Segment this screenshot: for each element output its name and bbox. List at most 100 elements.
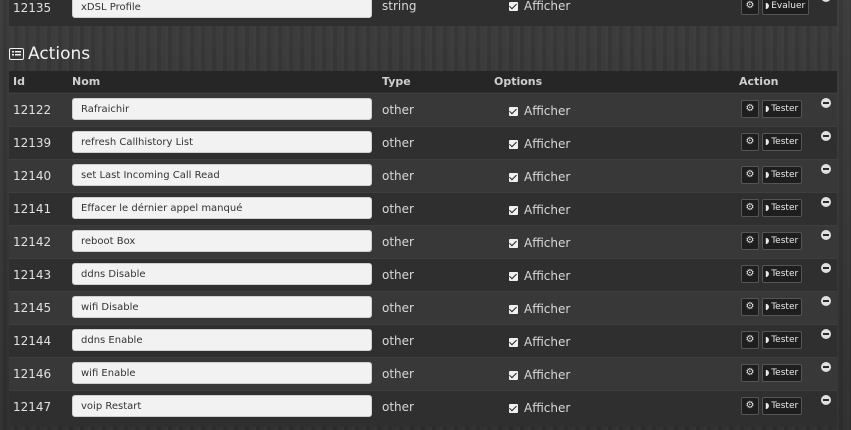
checkbox-icon[interactable] — [509, 173, 518, 182]
checkbox-icon[interactable] — [509, 206, 518, 215]
rss-icon: ◗ — [765, 104, 770, 113]
test-label: Tester — [771, 236, 799, 246]
test-label: Tester — [771, 203, 799, 213]
info-option[interactable]: Afficher — [509, 0, 570, 13]
remove-icon[interactable] — [821, 0, 831, 2]
test-button[interactable]: ◗ Tester — [762, 199, 803, 217]
table-row: 12143 ddns Disable other Afficher ⚙ ◗ Tester — [9, 258, 837, 292]
option-afficher[interactable]: Afficher — [509, 401, 570, 415]
gears-icon: ⚙ — [745, 400, 755, 411]
option-afficher[interactable]: Afficher — [509, 335, 570, 349]
option-afficher[interactable]: Afficher — [509, 170, 570, 184]
test-button[interactable]: ◗ Tester — [762, 166, 803, 184]
configure-button[interactable]: ⚙ — [741, 397, 759, 415]
checkbox-icon[interactable] — [509, 272, 518, 281]
option-label: Afficher — [524, 335, 571, 349]
remove-icon[interactable] — [821, 230, 831, 240]
rss-icon: ◗ — [765, 170, 770, 179]
rss-icon: ◗ — [765, 236, 770, 245]
action-name-input[interactable]: Effacer le dérnier appel manqué — [72, 197, 372, 219]
rss-icon: ◗ — [765, 269, 770, 278]
option-afficher[interactable]: Afficher — [509, 203, 570, 217]
checkbox-icon[interactable] — [509, 404, 518, 413]
table-row: 12139 refresh Callhistory List other Affich… — [9, 126, 837, 160]
evaluate-button[interactable]: ◗ Evaluer — [762, 0, 810, 15]
action-name-input[interactable]: ddns Enable — [72, 329, 372, 351]
info-type: string — [382, 0, 417, 13]
configure-button[interactable]: ⚙ — [741, 166, 759, 184]
test-button[interactable]: ◗ Tester — [762, 265, 803, 283]
test-label: Tester — [771, 368, 799, 378]
test-label: Tester — [771, 335, 799, 345]
rss-icon: ◗ — [765, 1, 770, 10]
test-button[interactable]: ◗ Tester — [762, 298, 803, 316]
test-label: Tester — [771, 302, 799, 312]
table-row: 12142 reboot Box other Afficher ⚙ ◗ Tester — [9, 225, 837, 259]
option-label: Afficher — [524, 302, 571, 316]
checkbox-icon[interactable] — [509, 371, 518, 380]
checkbox-icon[interactable] — [509, 140, 518, 149]
remove-icon[interactable] — [821, 98, 831, 108]
checkbox-icon[interactable] — [509, 239, 518, 248]
test-button[interactable]: ◗ Tester — [762, 133, 803, 151]
column-action: Action — [739, 75, 779, 88]
remove-icon[interactable] — [821, 329, 831, 339]
action-name-input[interactable]: ddns Disable — [72, 263, 372, 285]
info-name-input[interactable]: xDSL Profile — [72, 0, 372, 18]
row-type: other — [382, 136, 414, 150]
configure-button[interactable]: ⚙ — [741, 0, 759, 15]
remove-icon[interactable] — [821, 164, 831, 174]
test-button[interactable]: ◗ Tester — [762, 364, 803, 382]
configure-button[interactable]: ⚙ — [741, 364, 759, 382]
option-afficher[interactable]: Afficher — [509, 236, 570, 250]
action-name-input[interactable]: wifi Enable — [72, 362, 372, 384]
configure-button[interactable]: ⚙ — [741, 265, 759, 283]
action-name-input[interactable]: voip Restart — [72, 395, 372, 417]
option-afficher[interactable]: Afficher — [509, 368, 570, 382]
test-label: Tester — [771, 137, 799, 147]
test-button[interactable]: ◗ Tester — [762, 100, 803, 118]
configure-button[interactable]: ⚙ — [741, 232, 759, 250]
action-name-input[interactable]: reboot Box — [72, 230, 372, 252]
option-afficher[interactable]: Afficher — [509, 104, 570, 118]
test-label: Tester — [771, 401, 799, 411]
gears-icon: ⚙ — [745, 334, 755, 345]
option-afficher[interactable]: Afficher — [509, 137, 570, 151]
row-type: other — [382, 268, 414, 282]
row-type: other — [382, 367, 414, 381]
section-title-text: Actions — [28, 44, 91, 64]
row-id: 12146 — [13, 367, 52, 381]
option-label: Afficher — [524, 203, 571, 217]
action-name-input[interactable]: wifi Disable — [72, 296, 372, 318]
test-button[interactable]: ◗ Tester — [762, 331, 803, 349]
action-name-input[interactable]: Rafraichir — [72, 98, 372, 120]
remove-icon[interactable] — [821, 395, 831, 405]
checkbox-icon[interactable] — [509, 2, 518, 11]
action-name-input[interactable]: refresh Callhistory List — [72, 131, 372, 153]
option-afficher[interactable]: Afficher — [509, 302, 570, 316]
remove-icon[interactable] — [821, 131, 831, 141]
checkbox-icon[interactable] — [509, 338, 518, 347]
remove-icon[interactable] — [821, 263, 831, 273]
test-button[interactable]: ◗ Tester — [762, 232, 803, 250]
table-row: 12122 Rafraichir other Afficher ⚙ ◗ Tester — [9, 93, 837, 127]
info-option-label: Afficher — [524, 0, 571, 13]
configure-button[interactable]: ⚙ — [741, 298, 759, 316]
rss-icon: ◗ — [765, 335, 770, 344]
configure-button[interactable]: ⚙ — [741, 199, 759, 217]
remove-icon[interactable] — [821, 296, 831, 306]
checkbox-icon[interactable] — [509, 305, 518, 314]
option-afficher[interactable]: Afficher — [509, 269, 570, 283]
info-table: 12135 xDSL Profile string Afficher ⚙ ◗ Ev… — [9, 0, 837, 26]
row-id: 12144 — [13, 334, 52, 348]
configure-button[interactable]: ⚙ — [741, 331, 759, 349]
configure-button[interactable]: ⚙ — [741, 100, 759, 118]
option-label: Afficher — [524, 137, 571, 151]
configure-button[interactable]: ⚙ — [741, 133, 759, 151]
test-button[interactable]: ◗ Tester — [762, 397, 803, 415]
remove-icon[interactable] — [821, 362, 831, 372]
checkbox-icon[interactable] — [509, 107, 518, 116]
action-name-input[interactable]: set Last Incoming Call Read — [72, 164, 372, 186]
gears-icon: ⚙ — [745, 268, 755, 279]
remove-icon[interactable] — [821, 197, 831, 207]
